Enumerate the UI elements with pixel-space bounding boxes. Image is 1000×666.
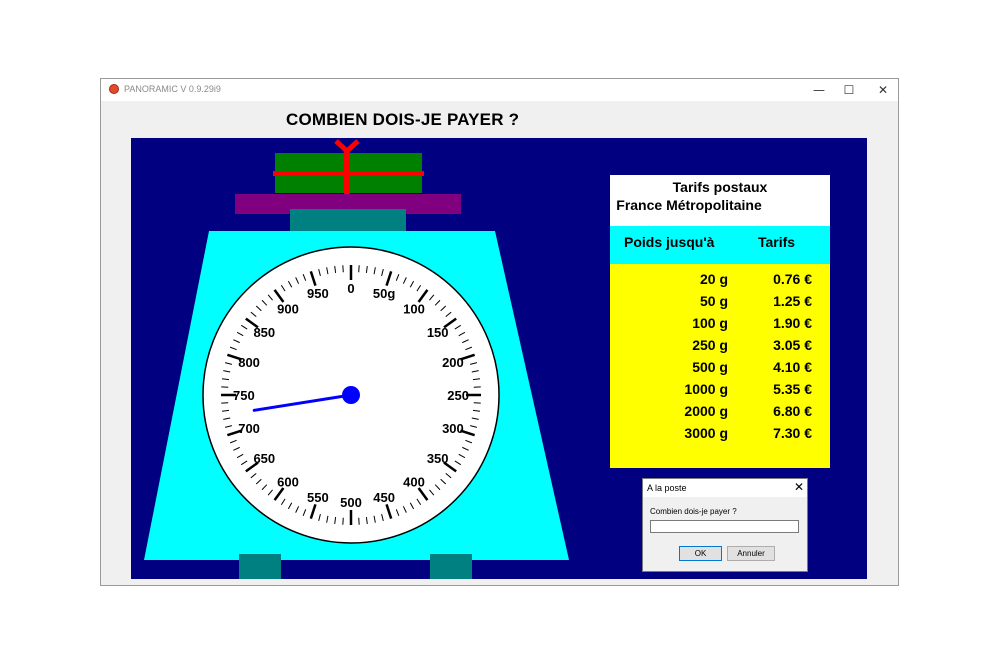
tariff-weight-cell: 2000 g (684, 403, 728, 419)
dial-label: 450 (373, 490, 395, 505)
dial-label: 950 (307, 286, 329, 301)
page-title: COMBIEN DOIS-JE PAYER ? (286, 110, 520, 129)
dial-label: 350 (427, 451, 449, 466)
dial-label: 50g (373, 286, 395, 301)
dial-label: 550 (307, 490, 329, 505)
tariff-price-cell: 1.90 € (773, 315, 812, 331)
tariff-weight-cell: 250 g (692, 337, 728, 353)
dial-label: 250 (447, 388, 469, 403)
close-button[interactable]: ✕ (866, 79, 900, 101)
amount-input[interactable] (650, 520, 799, 533)
maximize-button[interactable]: ☐ (832, 79, 866, 101)
tariff-weight-cell: 3000 g (684, 425, 728, 441)
dial-label: 600 (277, 475, 299, 490)
dial-label: 150 (427, 325, 449, 340)
dial-label: 200 (442, 355, 464, 370)
dial-label: 750 (233, 388, 255, 403)
input-dialog: A la poste ✕ Combien dois-je payer ? OK … (642, 478, 808, 572)
dial-label: 850 (253, 325, 275, 340)
dial-label: 800 (238, 355, 260, 370)
app-window: PANORAMIC V 0.9.29i9 — ☐ ✕ COMBIEN DOIS-… (100, 78, 899, 586)
tariff-price-cell: 5.35 € (773, 381, 812, 397)
tariff-price-cell: 3.05 € (773, 337, 812, 353)
app-icon (109, 84, 119, 94)
cancel-button[interactable]: Annuler (727, 546, 775, 561)
tariff-weight-cell: 100 g (692, 315, 728, 331)
tariff-price-cell: 0.76 € (773, 271, 812, 287)
dial-label: 0 (347, 281, 354, 296)
dial-label: 500 (340, 495, 362, 510)
window-title: PANORAMIC V 0.9.29i9 (124, 84, 221, 94)
tariff-price-cell: 7.30 € (773, 425, 812, 441)
tariff-weight-cell: 50 g (700, 293, 728, 309)
dial-label: 100 (403, 301, 425, 316)
tariff-weight-cell: 1000 g (684, 381, 728, 397)
dial-label: 700 (238, 421, 260, 436)
dialog-prompt: Combien dois-je payer ? (650, 507, 737, 516)
tariff-title-line2: France Métropolitaine (616, 197, 762, 213)
needle-hub (342, 386, 360, 404)
scale-foot-left (239, 554, 281, 579)
dial-label: 300 (442, 421, 464, 436)
tariff-price-cell: 4.10 € (773, 359, 812, 375)
dial-label: 900 (277, 301, 299, 316)
tariff-weight-cell: 20 g (700, 271, 728, 287)
dialog-title-bar[interactable]: A la poste ✕ (643, 479, 807, 497)
title-bar[interactable]: PANORAMIC V 0.9.29i9 — ☐ ✕ (101, 79, 898, 101)
scale-foot-right (430, 554, 472, 579)
dialog-title: A la poste (647, 483, 687, 493)
minimize-button[interactable]: — (802, 79, 836, 101)
dial-label: 400 (403, 475, 425, 490)
tariff-header-weight: Poids jusqu'à (624, 234, 715, 250)
dialog-close-button[interactable]: ✕ (794, 480, 804, 494)
tariff-weight-cell: 500 g (692, 359, 728, 375)
tariff-title-line1: Tarifs postaux (673, 179, 768, 195)
package-ribbon-vertical (344, 151, 350, 195)
tariff-price-cell: 1.25 € (773, 293, 812, 309)
tariff-header-price: Tarifs (758, 234, 795, 250)
ok-button[interactable]: OK (679, 546, 722, 561)
dial-label: 650 (253, 451, 275, 466)
tariff-price-cell: 6.80 € (773, 403, 812, 419)
